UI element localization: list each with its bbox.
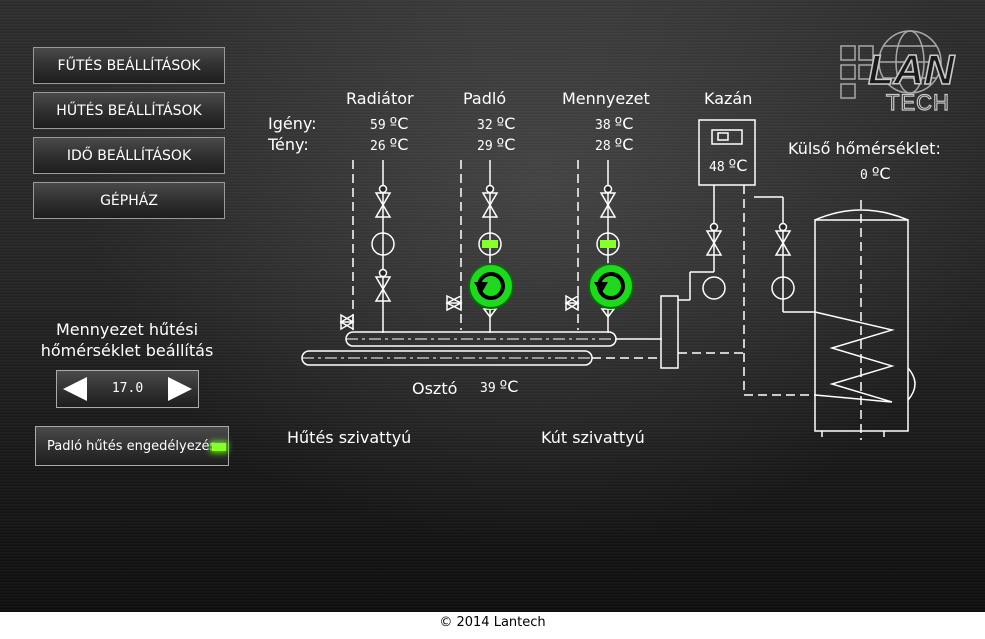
- floor-label: Padló: [463, 89, 507, 108]
- distributor-temp: 39 ºC: [480, 377, 519, 396]
- ceiling-label: Mennyezet: [562, 89, 650, 108]
- floor-actual-temp: 29 ºC: [477, 135, 516, 154]
- outdoor-temp: 0 ºC: [860, 164, 891, 183]
- increase-arrow-icon[interactable]: [168, 377, 192, 401]
- radiator-label: Radiátor: [346, 89, 414, 108]
- boiler-label: Kazán: [704, 89, 753, 108]
- ceiling-cooling-stepper: 17.0: [56, 370, 199, 408]
- ceiling-actual-temp: 28 ºC: [595, 135, 634, 154]
- boiler-temp: 48 ºC: [709, 156, 748, 175]
- footer-copyright: © 2014 Lantech: [0, 612, 985, 639]
- ceiling-cooling-setpoint-title: Mennyezet hűtési hőmérséklet beállítás: [20, 319, 234, 361]
- floor-pump-icon: [468, 263, 514, 309]
- floor-cooling-led-icon: [212, 443, 226, 451]
- outdoor-temp-label: Külső hőmérséklet:: [788, 139, 941, 158]
- radiator-actual-temp: 26 ºC: [370, 135, 409, 154]
- distributor-label: Osztó: [412, 379, 458, 398]
- ceiling-cooling-title-line2: hőmérséklet beállítás: [40, 341, 214, 360]
- floor-cooling-enable-label: Padló hűtés engedélyezés: [47, 439, 217, 454]
- cooling-pump-label: Hűtés szivattyú: [287, 428, 412, 447]
- radiator-demand-temp: 59 ºC: [370, 114, 409, 133]
- demand-row-label: Igény:: [268, 114, 317, 133]
- ceiling-demand-temp: 38 ºC: [595, 114, 634, 133]
- well-pump-label: Kút szivattyú: [541, 428, 645, 447]
- floor-demand-temp: 32 ºC: [477, 114, 516, 133]
- ceiling-cooling-title-line1: Mennyezet hűtési: [55, 320, 199, 339]
- actual-row-label: Tény:: [268, 135, 309, 154]
- floor-cooling-enable-button[interactable]: Padló hűtés engedélyezés: [35, 426, 229, 466]
- hvac-screen: FŰTÉS BEÁLLÍTÁSOK HŰTÉS BEÁLLÍTÁSOK IDŐ …: [0, 0, 985, 612]
- ceiling-pump-icon: [588, 263, 634, 309]
